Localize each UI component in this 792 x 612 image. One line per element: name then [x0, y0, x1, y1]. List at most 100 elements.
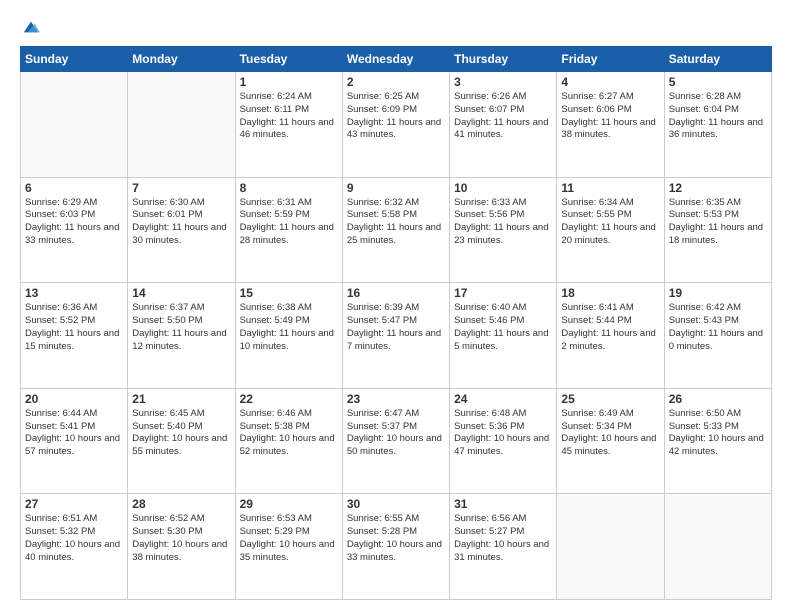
day-info: Sunrise: 6:52 AM Sunset: 5:30 PM Dayligh… — [132, 513, 230, 564]
calendar-cell: 10 Sunrise: 6:33 AM Sunset: 5:56 PM Dayli… — [450, 177, 557, 283]
weekday-header: Saturday — [664, 47, 771, 72]
day-number: 24 — [454, 392, 552, 406]
day-number: 7 — [132, 181, 230, 195]
calendar-cell: 16 Sunrise: 6:39 AM Sunset: 5:47 PM Dayli… — [342, 283, 449, 389]
day-number: 28 — [132, 497, 230, 511]
day-number: 15 — [240, 286, 338, 300]
calendar-cell: 11 Sunrise: 6:34 AM Sunset: 5:55 PM Dayli… — [557, 177, 664, 283]
calendar-cell: 31 Sunrise: 6:56 AM Sunset: 5:27 PM Dayli… — [450, 494, 557, 600]
logo — [20, 16, 40, 36]
day-number: 2 — [347, 75, 445, 89]
logo-icon — [22, 18, 40, 36]
calendar-cell: 23 Sunrise: 6:47 AM Sunset: 5:37 PM Dayli… — [342, 388, 449, 494]
calendar-cell: 26 Sunrise: 6:50 AM Sunset: 5:33 PM Dayli… — [664, 388, 771, 494]
day-number: 31 — [454, 497, 552, 511]
day-info: Sunrise: 6:33 AM Sunset: 5:56 PM Dayligh… — [454, 197, 552, 248]
day-info: Sunrise: 6:51 AM Sunset: 5:32 PM Dayligh… — [25, 513, 123, 564]
day-number: 6 — [25, 181, 123, 195]
calendar-cell: 3Sunrise: 6:26 AM Sunset: 6:07 PM Daylig… — [450, 72, 557, 178]
calendar-cell: 19 Sunrise: 6:42 AM Sunset: 5:43 PM Dayli… — [664, 283, 771, 389]
calendar-cell: 17 Sunrise: 6:40 AM Sunset: 5:46 PM Dayli… — [450, 283, 557, 389]
day-number: 19 — [669, 286, 767, 300]
day-info: Sunrise: 6:35 AM Sunset: 5:53 PM Dayligh… — [669, 197, 767, 248]
day-info: Sunrise: 6:37 AM Sunset: 5:50 PM Dayligh… — [132, 302, 230, 353]
day-info: Sunrise: 6:40 AM Sunset: 5:46 PM Dayligh… — [454, 302, 552, 353]
calendar-cell: 29 Sunrise: 6:53 AM Sunset: 5:29 PM Dayli… — [235, 494, 342, 600]
calendar-cell — [128, 72, 235, 178]
day-number: 11 — [561, 181, 659, 195]
day-number: 8 — [240, 181, 338, 195]
day-number: 29 — [240, 497, 338, 511]
calendar-cell: 8 Sunrise: 6:31 AM Sunset: 5:59 PM Daylig… — [235, 177, 342, 283]
calendar-cell — [557, 494, 664, 600]
day-info: Sunrise: 6:49 AM Sunset: 5:34 PM Dayligh… — [561, 408, 659, 459]
day-info: Sunrise: 6:34 AM Sunset: 5:55 PM Dayligh… — [561, 197, 659, 248]
calendar-cell: 18Sunrise: 6:41 AM Sunset: 5:44 PM Dayli… — [557, 283, 664, 389]
day-info: Sunrise: 6:48 AM Sunset: 5:36 PM Dayligh… — [454, 408, 552, 459]
calendar-week-row: 20Sunrise: 6:44 AM Sunset: 5:41 PM Dayli… — [21, 388, 772, 494]
calendar-cell: 24 Sunrise: 6:48 AM Sunset: 5:36 PM Dayli… — [450, 388, 557, 494]
day-info: Sunrise: 6:41 AM Sunset: 5:44 PM Dayligh… — [561, 302, 659, 353]
calendar-table: SundayMondayTuesdayWednesdayThursdayFrid… — [20, 46, 772, 600]
day-number: 17 — [454, 286, 552, 300]
calendar-cell: 7Sunrise: 6:30 AM Sunset: 6:01 PM Daylig… — [128, 177, 235, 283]
day-info: Sunrise: 6:25 AM Sunset: 6:09 PM Dayligh… — [347, 91, 445, 142]
calendar-cell — [664, 494, 771, 600]
day-number: 25 — [561, 392, 659, 406]
day-number: 10 — [454, 181, 552, 195]
day-number: 9 — [347, 181, 445, 195]
day-info: Sunrise: 6:50 AM Sunset: 5:33 PM Dayligh… — [669, 408, 767, 459]
calendar-cell — [21, 72, 128, 178]
calendar-cell: 2 Sunrise: 6:25 AM Sunset: 6:09 PM Daylig… — [342, 72, 449, 178]
day-info: Sunrise: 6:29 AM Sunset: 6:03 PM Dayligh… — [25, 197, 123, 248]
day-number: 26 — [669, 392, 767, 406]
calendar-cell: 1Sunrise: 6:24 AM Sunset: 6:11 PM Daylig… — [235, 72, 342, 178]
day-number: 16 — [347, 286, 445, 300]
calendar-week-row: 6 Sunrise: 6:29 AM Sunset: 6:03 PM Daylig… — [21, 177, 772, 283]
calendar-cell: 25 Sunrise: 6:49 AM Sunset: 5:34 PM Dayli… — [557, 388, 664, 494]
day-info: Sunrise: 6:36 AM Sunset: 5:52 PM Dayligh… — [25, 302, 123, 353]
calendar-cell: 13 Sunrise: 6:36 AM Sunset: 5:52 PM Dayli… — [21, 283, 128, 389]
day-info: Sunrise: 6:53 AM Sunset: 5:29 PM Dayligh… — [240, 513, 338, 564]
calendar-cell: 15Sunrise: 6:38 AM Sunset: 5:49 PM Dayli… — [235, 283, 342, 389]
day-number: 4 — [561, 75, 659, 89]
day-info: Sunrise: 6:55 AM Sunset: 5:28 PM Dayligh… — [347, 513, 445, 564]
calendar-cell: 12Sunrise: 6:35 AM Sunset: 5:53 PM Dayli… — [664, 177, 771, 283]
day-info: Sunrise: 6:31 AM Sunset: 5:59 PM Dayligh… — [240, 197, 338, 248]
day-info: Sunrise: 6:44 AM Sunset: 5:41 PM Dayligh… — [25, 408, 123, 459]
weekday-header: Tuesday — [235, 47, 342, 72]
calendar-cell: 5 Sunrise: 6:28 AM Sunset: 6:04 PM Daylig… — [664, 72, 771, 178]
calendar-week-row: 27Sunrise: 6:51 AM Sunset: 5:32 PM Dayli… — [21, 494, 772, 600]
day-info: Sunrise: 6:24 AM Sunset: 6:11 PM Dayligh… — [240, 91, 338, 142]
day-number: 3 — [454, 75, 552, 89]
day-info: Sunrise: 6:42 AM Sunset: 5:43 PM Dayligh… — [669, 302, 767, 353]
day-info: Sunrise: 6:27 AM Sunset: 6:06 PM Dayligh… — [561, 91, 659, 142]
day-number: 13 — [25, 286, 123, 300]
calendar-cell: 21 Sunrise: 6:45 AM Sunset: 5:40 PM Dayli… — [128, 388, 235, 494]
day-number: 30 — [347, 497, 445, 511]
day-info: Sunrise: 6:56 AM Sunset: 5:27 PM Dayligh… — [454, 513, 552, 564]
calendar-cell: 22Sunrise: 6:46 AM Sunset: 5:38 PM Dayli… — [235, 388, 342, 494]
calendar-cell: 4 Sunrise: 6:27 AM Sunset: 6:06 PM Daylig… — [557, 72, 664, 178]
day-info: Sunrise: 6:45 AM Sunset: 5:40 PM Dayligh… — [132, 408, 230, 459]
calendar-week-row: 1Sunrise: 6:24 AM Sunset: 6:11 PM Daylig… — [21, 72, 772, 178]
day-info: Sunrise: 6:32 AM Sunset: 5:58 PM Dayligh… — [347, 197, 445, 248]
day-number: 5 — [669, 75, 767, 89]
weekday-header: Monday — [128, 47, 235, 72]
day-info: Sunrise: 6:28 AM Sunset: 6:04 PM Dayligh… — [669, 91, 767, 142]
calendar-cell: 20Sunrise: 6:44 AM Sunset: 5:41 PM Dayli… — [21, 388, 128, 494]
calendar-cell: 14 Sunrise: 6:37 AM Sunset: 5:50 PM Dayli… — [128, 283, 235, 389]
calendar-header-row: SundayMondayTuesdayWednesdayThursdayFrid… — [21, 47, 772, 72]
weekday-header: Sunday — [21, 47, 128, 72]
page: SundayMondayTuesdayWednesdayThursdayFrid… — [0, 0, 792, 612]
day-info: Sunrise: 6:39 AM Sunset: 5:47 PM Dayligh… — [347, 302, 445, 353]
calendar-cell: 6 Sunrise: 6:29 AM Sunset: 6:03 PM Daylig… — [21, 177, 128, 283]
calendar-cell: 27Sunrise: 6:51 AM Sunset: 5:32 PM Dayli… — [21, 494, 128, 600]
calendar-week-row: 13 Sunrise: 6:36 AM Sunset: 5:52 PM Dayli… — [21, 283, 772, 389]
day-number: 22 — [240, 392, 338, 406]
day-number: 14 — [132, 286, 230, 300]
calendar-cell: 28 Sunrise: 6:52 AM Sunset: 5:30 PM Dayli… — [128, 494, 235, 600]
day-info: Sunrise: 6:47 AM Sunset: 5:37 PM Dayligh… — [347, 408, 445, 459]
day-number: 21 — [132, 392, 230, 406]
day-number: 23 — [347, 392, 445, 406]
